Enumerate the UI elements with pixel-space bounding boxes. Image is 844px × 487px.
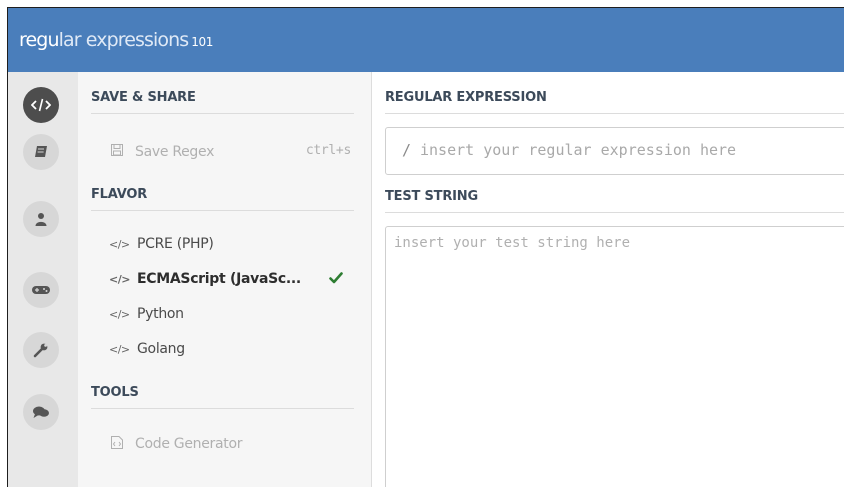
user-icon	[35, 213, 47, 226]
tools-heading: TOOLS	[91, 384, 354, 409]
logo-part-1: regu	[19, 29, 59, 51]
regex-delimiter: /	[402, 141, 412, 159]
test-string-heading: TEST STRING	[385, 188, 844, 213]
wrench-icon	[33, 343, 48, 358]
flavor-ecmascript[interactable]: </> ECMAScript (JavaSc...	[109, 268, 359, 290]
flavor-heading: FLAVOR	[91, 186, 354, 211]
gamepad-icon	[32, 286, 50, 294]
save-regex-label: Save Regex	[135, 144, 215, 160]
test-string-input[interactable]	[394, 235, 844, 475]
rail-account-button[interactable]	[23, 201, 59, 237]
chat-icon	[33, 406, 49, 418]
code-tag-icon: </>	[109, 272, 130, 286]
rail-editor-button[interactable]	[23, 87, 59, 123]
regex-heading: REGULAR EXPRESSION	[385, 89, 844, 114]
regex-field[interactable]: /	[385, 127, 844, 175]
rail-library-button[interactable]	[23, 134, 59, 170]
code-tag-icon: </>	[109, 342, 130, 356]
code-icon	[31, 98, 51, 112]
library-icon	[35, 146, 47, 157]
rail-quiz-button[interactable]	[23, 272, 59, 308]
editor-pane: REGULAR EXPRESSION / TEST STRING	[372, 72, 844, 487]
save-regex-button[interactable]: Save Regex ctrl+s	[111, 141, 361, 163]
rail-community-button[interactable]	[23, 394, 59, 430]
top-header: regular expressions 101	[8, 8, 844, 72]
flavor-label: Python	[137, 306, 184, 322]
code-generator-label: Code Generator	[135, 436, 243, 452]
test-string-field[interactable]	[385, 226, 844, 487]
save-share-heading: SAVE & SHARE	[91, 89, 354, 114]
flavor-golang[interactable]: </> Golang	[109, 338, 359, 360]
flavor-label: PCRE (PHP)	[137, 236, 214, 252]
app-logo[interactable]: regular expressions 101	[19, 28, 213, 54]
flavor-label: Golang	[137, 341, 185, 357]
flavor-label: ECMAScript (JavaSc...	[137, 271, 301, 287]
icon-rail	[8, 72, 78, 487]
app-window: regular expressions 101 SAVE & SHARE Sav…	[7, 7, 844, 487]
sidebar: SAVE & SHARE Save Regex ctrl+s FLAVOR </…	[78, 72, 372, 487]
regex-input[interactable]	[420, 138, 844, 162]
logo-part-2: lar expressions	[58, 29, 190, 51]
save-icon	[111, 144, 123, 160]
save-regex-shortcut: ctrl+s	[305, 143, 351, 158]
checkmark-icon	[329, 272, 343, 288]
code-generator-button[interactable]: Code Generator	[111, 433, 361, 455]
rail-settings-button[interactable]	[23, 332, 59, 368]
code-file-icon	[111, 435, 123, 453]
flavor-python[interactable]: </> Python	[109, 303, 359, 325]
logo-part-3: 101	[191, 35, 213, 49]
code-tag-icon: </>	[109, 307, 130, 321]
flavor-pcre[interactable]: </> PCRE (PHP)	[109, 233, 359, 255]
code-tag-icon: </>	[109, 237, 130, 251]
